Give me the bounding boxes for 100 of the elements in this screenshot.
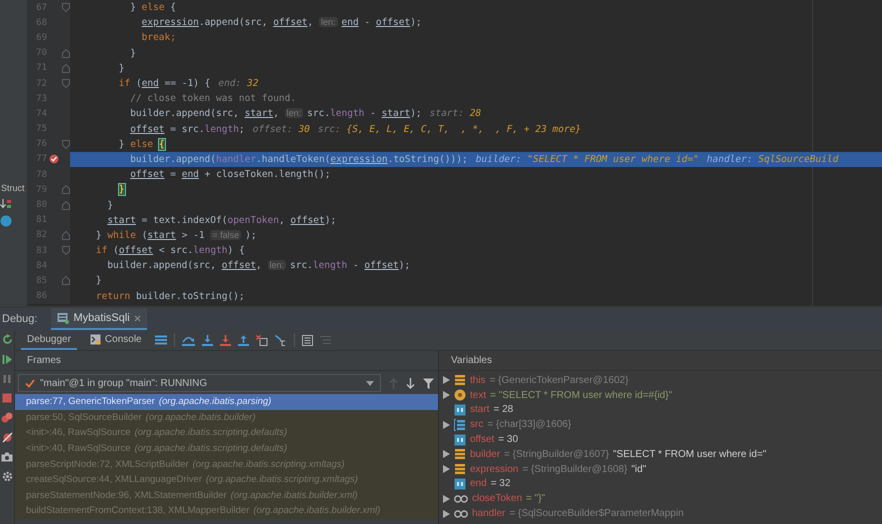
structure-tab[interactable]: Struct [0, 183, 25, 193]
fold-marker-icon[interactable] [62, 3, 70, 12]
code-line: offset = end + closeToken.length(); [129, 169, 330, 180]
dropdown-arrow-icon [366, 380, 374, 386]
field-icon [454, 463, 466, 476]
variable-entry[interactable]: start = 28 [470, 404, 514, 416]
variable-entry[interactable]: end = 32 [470, 478, 510, 490]
code-line: return builder.toString(); [94, 290, 245, 302]
field-icon [454, 448, 466, 460]
rerun-icon[interactable] [2, 334, 12, 345]
fold-marker-icon[interactable] [62, 140, 70, 149]
watch-icon [454, 494, 468, 503]
fold-marker-icon[interactable] [62, 79, 70, 88]
variable-entry[interactable]: this = {GenericTokenParser@1602} [470, 374, 628, 386]
inline-value-hint: offset: 30 [252, 124, 310, 135]
stack-frame-row[interactable]: parseStatementNode:96, XMLStatementBuilder (org.apache.ibatis.builder.xml) [15, 488, 438, 504]
variable-entry[interactable]: offset = 30 [470, 434, 518, 446]
filter-icon[interactable] [423, 378, 434, 388]
variable-entry[interactable]: builder = {StringBuilder@1607} "SELECT * FROM user where id=" [470, 448, 766, 460]
code-line: } [118, 62, 124, 74]
code-line: if (end == -1) { [118, 78, 210, 90]
fold-marker-icon[interactable] [62, 276, 70, 286]
stack-frame-row[interactable]: parse:50, SqlSourceBuilder (org.apache.ibatis.builder) [15, 410, 438, 426]
code-line: start = text.indexOf(openToken, offset); [106, 214, 336, 226]
inline-value-hint: src: {S, E, L, E, C, T, , *, , F, + 23 more} [318, 124, 582, 135]
code-line: } [129, 48, 136, 59]
stack-frame-row[interactable]: <init>:46, RawSqlSource (org.apache.ibatis.scripting.defaults) [15, 425, 438, 441]
resume-icon[interactable] [2, 354, 12, 365]
expand-arrow-icon[interactable] [443, 376, 450, 384]
watch-icon [454, 510, 468, 518]
array-icon [454, 418, 466, 431]
down-arrow-icon[interactable] [406, 378, 415, 388]
stack-frame-row[interactable]: parseScriptNode:72, XMLScriptBuilder (org.apache.ibatis.scripting.xmltags) [15, 456, 438, 472]
calculator-icon[interactable] [302, 334, 313, 346]
list-icon[interactable] [154, 335, 167, 345]
fold-marker-icon[interactable] [62, 230, 70, 240]
sort-icon[interactable] [0, 199, 12, 209]
code-line: expression.append(src, offset, len: end - offset); [140, 17, 422, 28]
variable-entry[interactable]: src = {char[33]@1606} [470, 419, 572, 430]
code-line: builder.append(src, offset, len: src.length - offset); [106, 260, 410, 272]
code-line: } [94, 275, 102, 286]
fold-marker-icon[interactable] [62, 48, 70, 58]
variable-entry[interactable]: closeToken = "}" [472, 493, 546, 504]
parameter-icon [454, 389, 466, 402]
circle-icon[interactable] [0, 215, 12, 227]
step-out-icon[interactable] [238, 334, 249, 346]
code-line: builder.append(handler.handleToken(expression.toString())); [129, 154, 468, 165]
session-tab[interactable]: MybatisSqli [51, 308, 147, 330]
expand-arrow-icon[interactable] [443, 391, 450, 400]
frames-header: Frames [15, 351, 438, 371]
code-line: break; [140, 32, 176, 44]
variable-entry[interactable]: text = "SELECT * FROM user where id=#{id}" [470, 390, 672, 401]
inline-value-hint: start: 28 [430, 108, 482, 120]
fold-marker-icon[interactable] [62, 185, 70, 194]
field-icon [454, 374, 466, 386]
expand-arrow-icon[interactable] [443, 465, 450, 474]
variable-entry[interactable]: expression = {StringBuilder@1608} "id" [470, 464, 646, 475]
code-line: } while (start > -1 = false ); [94, 230, 257, 241]
code-line: } else { [129, 2, 176, 14]
primitive-icon [454, 478, 466, 490]
step-into-icon[interactable] [202, 334, 213, 346]
code-line: builder.append(src, start, len: src.length - start); [129, 108, 422, 120]
run-to-cursor-icon[interactable] [274, 334, 287, 346]
debugger-tab[interactable]: Console [84, 330, 148, 350]
expand-arrow-icon[interactable] [443, 420, 450, 429]
pause-icon[interactable] [2, 374, 12, 384]
inline-value-hint: builder: "SELECT * FROM user where id=" [476, 154, 699, 165]
inline-value-hint: handler: SqlSourceBuild [706, 154, 838, 165]
thread-dropdown[interactable]: "main"@1 in group "main": RUNNING [18, 374, 381, 392]
stop-icon[interactable] [2, 393, 12, 403]
step-over-icon[interactable] [182, 334, 195, 346]
camera-icon[interactable] [1, 452, 13, 462]
stack-frame-row[interactable]: buildStatementFromContext:138, XMLMapperBuilder (org.apache.ibatis.builder.xml) [15, 503, 438, 519]
debugger-tab[interactable]: Debugger [21, 330, 77, 350]
breakpoint-icon[interactable] [49, 154, 59, 164]
mute-breakpoints-icon[interactable] [2, 432, 12, 443]
code-line: if (offset < src.length) { [94, 245, 245, 256]
variables-header: Variables [439, 351, 882, 371]
code-line: offset = src.length; [129, 124, 245, 135]
settings-icon[interactable] [2, 471, 12, 482]
breakpoints-icon[interactable] [1, 412, 13, 423]
close-icon[interactable] [134, 314, 141, 322]
drop-frame-icon[interactable] [256, 334, 268, 346]
fold-marker-icon[interactable] [62, 200, 70, 210]
stack-frame-row[interactable]: parse:77, GenericTokenParser (org.apache.ibatis.parsing) [15, 394, 438, 410]
debug-label: Debug: [2, 313, 38, 325]
stack-frame-row[interactable]: <init>:40, RawSqlSource (org.apache.ibatis.scripting.defaults) [15, 440, 438, 456]
expand-arrow-icon[interactable] [443, 450, 450, 458]
expand-arrow-icon[interactable] [443, 510, 450, 518]
fold-marker-icon[interactable] [62, 246, 70, 256]
variable-entry[interactable]: handler = {SqlSourceBuilder$ParameterMappin [472, 508, 684, 520]
expand-arrow-icon[interactable] [443, 494, 450, 503]
code-line: } else { [118, 138, 165, 150]
force-step-into-icon[interactable] [220, 334, 231, 346]
primitive-icon [454, 434, 466, 446]
console-icon [90, 334, 101, 344]
code-line: // close token was not found. [129, 93, 296, 104]
primitive-icon [454, 404, 466, 416]
stack-frame-row[interactable]: createSqlSource:44, XMLLanguageDriver (org.apache.ibatis.scripting.xmltags) [15, 472, 438, 488]
fold-marker-icon[interactable] [62, 64, 70, 73]
